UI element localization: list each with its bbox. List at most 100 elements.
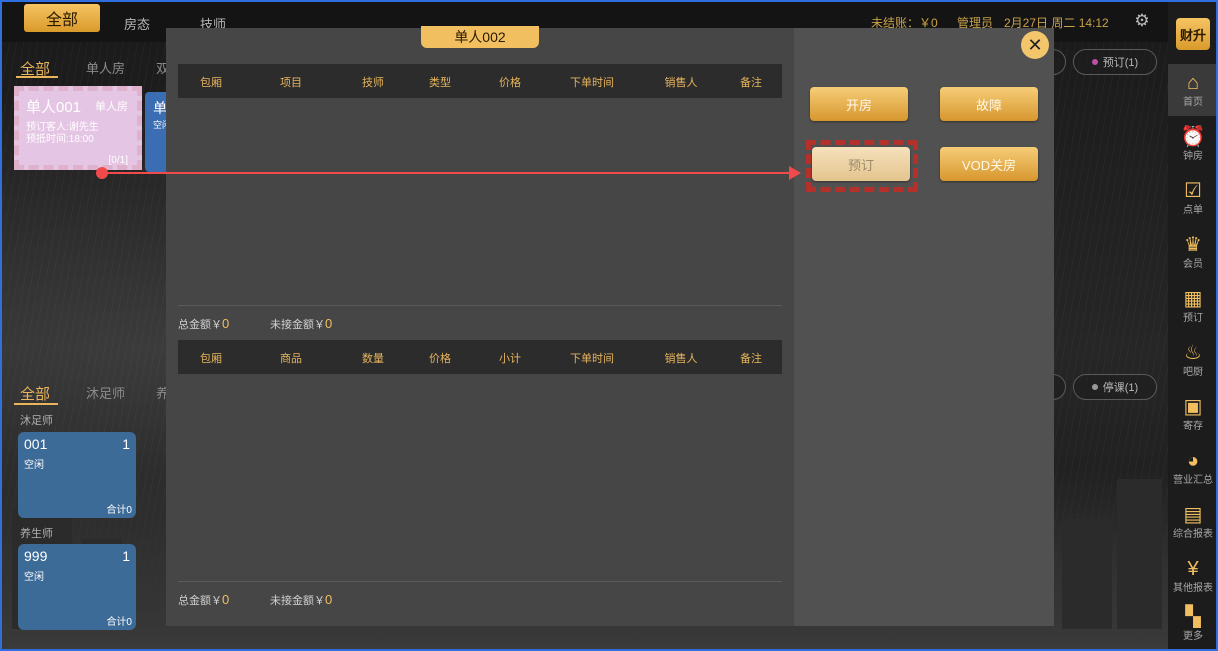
goods-unreceived: 未接金额￥0 xyxy=(270,592,333,607)
booking-filter-pill[interactable]: 预订(1) xyxy=(1073,49,1157,75)
alarm-clock-icon: ⏰ xyxy=(1180,126,1206,148)
sidebar-item-more[interactable]: ▚ 更多 xyxy=(1168,600,1216,648)
goods-table-header: 包厢 商品 数量 价格 小计 下单时间 销售人 备注 xyxy=(178,340,782,374)
col-header: 价格 xyxy=(499,77,521,89)
storage-icon: ▣ xyxy=(1183,396,1203,418)
drag-arrow-line xyxy=(102,172,792,174)
sidebar-item-label: 预订 xyxy=(1183,313,1203,324)
room-name: 单人001 xyxy=(26,99,82,116)
staff-group-label: 养生师 xyxy=(20,528,53,540)
sidebar-item-label: 更多 xyxy=(1183,631,1203,642)
col-header: 包厢 xyxy=(200,353,222,365)
room-arrive-time: 预抵时间:18:00 xyxy=(26,134,94,145)
col-header: 数量 xyxy=(362,353,384,365)
project-unreceived: 未接金额￥0 xyxy=(270,316,333,331)
bar-report-icon: ▤ xyxy=(1183,504,1203,526)
sidebar-item-other-report[interactable]: ¥ 其他报表 xyxy=(1168,550,1216,602)
clipboard-check-icon: ☑ xyxy=(1184,180,1202,202)
room-tab-single[interactable]: 单人房 xyxy=(86,58,125,77)
pie-chart-icon: ◕ xyxy=(1186,450,1200,472)
app-logo: 财升 xyxy=(1176,18,1210,50)
col-header: 备注 xyxy=(740,353,762,365)
staff-sum: 合计0 xyxy=(106,505,132,516)
col-header: 下单时间 xyxy=(570,77,614,89)
room-detail-modal: 单人002 包厢 项目 技师 类型 价格 下单时间 销售人 备注 总金额￥0 未… xyxy=(166,26,1054,626)
project-total: 总金额￥0 xyxy=(178,316,230,331)
gear-icon[interactable]: ⚙ xyxy=(1133,12,1151,30)
drag-start-dot xyxy=(96,167,108,179)
sidebar-item-home[interactable]: ⌂ 首页 xyxy=(1168,64,1216,116)
vod-close-room-button[interactable]: VOD关房 xyxy=(940,147,1038,181)
modal-orders-panel: 单人002 包厢 项目 技师 类型 价格 下单时间 销售人 备注 总金额￥0 未… xyxy=(166,26,794,626)
col-header: 项目 xyxy=(280,77,302,89)
pot-icon: ♨ xyxy=(1184,342,1202,364)
app-screen: 全部 房态 技师 未结账：￥0 管理员 2月27日 周二 14:12 ⚙ 全部 … xyxy=(0,0,1218,651)
calendar-clock-icon: ▦ xyxy=(1183,288,1203,310)
sidebar-item-order[interactable]: ☑ 点单 xyxy=(1168,172,1216,224)
staff-tab-underline xyxy=(14,403,58,405)
staff-card-001[interactable]: 001 1 空闲 合计0 xyxy=(18,432,136,518)
goods-total: 总金额￥0 xyxy=(178,592,230,607)
pause-filter-pill[interactable]: 停课(1) xyxy=(1073,374,1157,400)
sidebar-item-clock-room[interactable]: ⏰ 钟房 xyxy=(1168,118,1216,170)
open-room-button[interactable]: 开房 xyxy=(810,87,908,121)
drag-arrow-head-icon xyxy=(789,166,801,180)
col-header: 价格 xyxy=(429,353,451,365)
col-header: 技师 xyxy=(362,77,384,89)
close-button[interactable]: ✕ xyxy=(1021,31,1049,59)
booking-filter-label: 预订(1) xyxy=(1102,57,1139,69)
right-sidebar: 财升 ⌂ 首页 ⏰ 钟房 ☑ 点单 ♛ 会员 ▦ 预订 ♨ 吧厨 ▣ 寄存 ◕ … xyxy=(1168,2,1216,649)
staff-count: 1 xyxy=(122,548,130,564)
sidebar-item-label: 综合报表 xyxy=(1173,529,1213,540)
grid-more-icon: ▚ xyxy=(1185,606,1201,628)
col-header: 销售人 xyxy=(664,353,698,365)
col-header: 销售人 xyxy=(664,77,698,89)
status-dot-icon xyxy=(1091,59,1098,65)
sidebar-item-label: 会员 xyxy=(1183,259,1203,270)
sidebar-item-label: 点单 xyxy=(1183,205,1203,216)
crown-icon: ♛ xyxy=(1184,234,1202,256)
room-card-single-001[interactable]: 单人001 单人房 预订客人:谢先生 预抵时间:18:00 [0/1] xyxy=(14,86,142,170)
sidebar-item-booking[interactable]: ▦ 预订 xyxy=(1168,280,1216,332)
sidebar-item-bar-kitchen[interactable]: ♨ 吧厨 xyxy=(1168,334,1216,386)
col-header: 类型 xyxy=(429,77,451,89)
room-type: 单人房 xyxy=(95,101,128,113)
staff-sum: 合计0 xyxy=(106,617,132,628)
sidebar-item-business-summary[interactable]: ◕ 营业汇总 xyxy=(1168,442,1216,494)
staff-group-label: 沐足师 xyxy=(20,415,53,427)
staff-tab-all[interactable]: 全部 xyxy=(20,383,50,404)
staff-card-999[interactable]: 999 1 空闲 合计0 xyxy=(18,544,136,630)
home-icon: ⌂ xyxy=(1186,72,1200,94)
col-header: 商品 xyxy=(280,353,302,365)
pause-filter-label: 停课(1) xyxy=(1102,382,1139,394)
drag-target-highlight xyxy=(806,140,918,192)
tab-all[interactable]: 全部 xyxy=(24,4,100,32)
staff-count: 1 xyxy=(122,436,130,452)
col-header: 备注 xyxy=(740,77,762,89)
sidebar-item-label: 首页 xyxy=(1183,97,1203,108)
tab-room-status[interactable]: 房态 xyxy=(124,14,150,33)
money-report-icon: ¥ xyxy=(1187,558,1199,580)
staff-number: 001 xyxy=(24,436,48,452)
sidebar-item-report[interactable]: ▤ 综合报表 xyxy=(1168,496,1216,548)
staff-number: 999 xyxy=(24,548,48,564)
sidebar-item-label: 寄存 xyxy=(1183,421,1203,432)
sidebar-item-label: 吧厨 xyxy=(1183,367,1203,378)
project-table-header: 包厢 项目 技师 类型 价格 下单时间 销售人 备注 xyxy=(178,64,782,98)
room-tab-underline xyxy=(16,76,58,78)
room-count: [0/1] xyxy=(108,155,128,166)
sidebar-item-label: 其他报表 xyxy=(1173,583,1213,594)
sidebar-item-storage[interactable]: ▣ 寄存 xyxy=(1168,388,1216,440)
sidebar-item-label: 钟房 xyxy=(1183,151,1203,162)
sidebar-item-member[interactable]: ♛ 会员 xyxy=(1168,226,1216,278)
fault-button[interactable]: 故障 xyxy=(940,87,1038,121)
staff-status: 空闲 xyxy=(24,460,44,471)
room-name: 单 xyxy=(153,100,167,116)
col-header: 小计 xyxy=(499,353,521,365)
divider xyxy=(178,581,782,582)
staff-tab-foot[interactable]: 沐足师 xyxy=(86,383,125,402)
divider xyxy=(178,305,782,306)
sidebar-item-label: 营业汇总 xyxy=(1173,475,1213,486)
col-header: 下单时间 xyxy=(570,353,614,365)
status-dot-icon xyxy=(1091,384,1098,390)
